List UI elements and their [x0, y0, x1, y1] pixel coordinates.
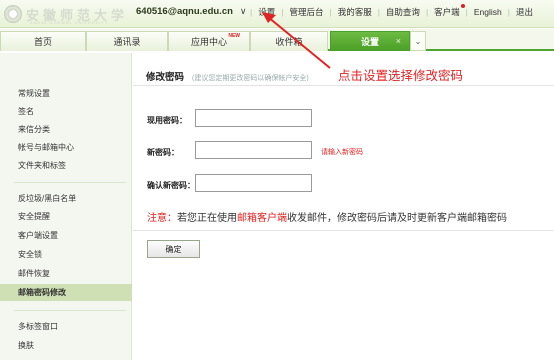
- annotation-text: 点击设置选择修改密码: [338, 69, 464, 83]
- annotation-arrow-icon: [262, 12, 331, 69]
